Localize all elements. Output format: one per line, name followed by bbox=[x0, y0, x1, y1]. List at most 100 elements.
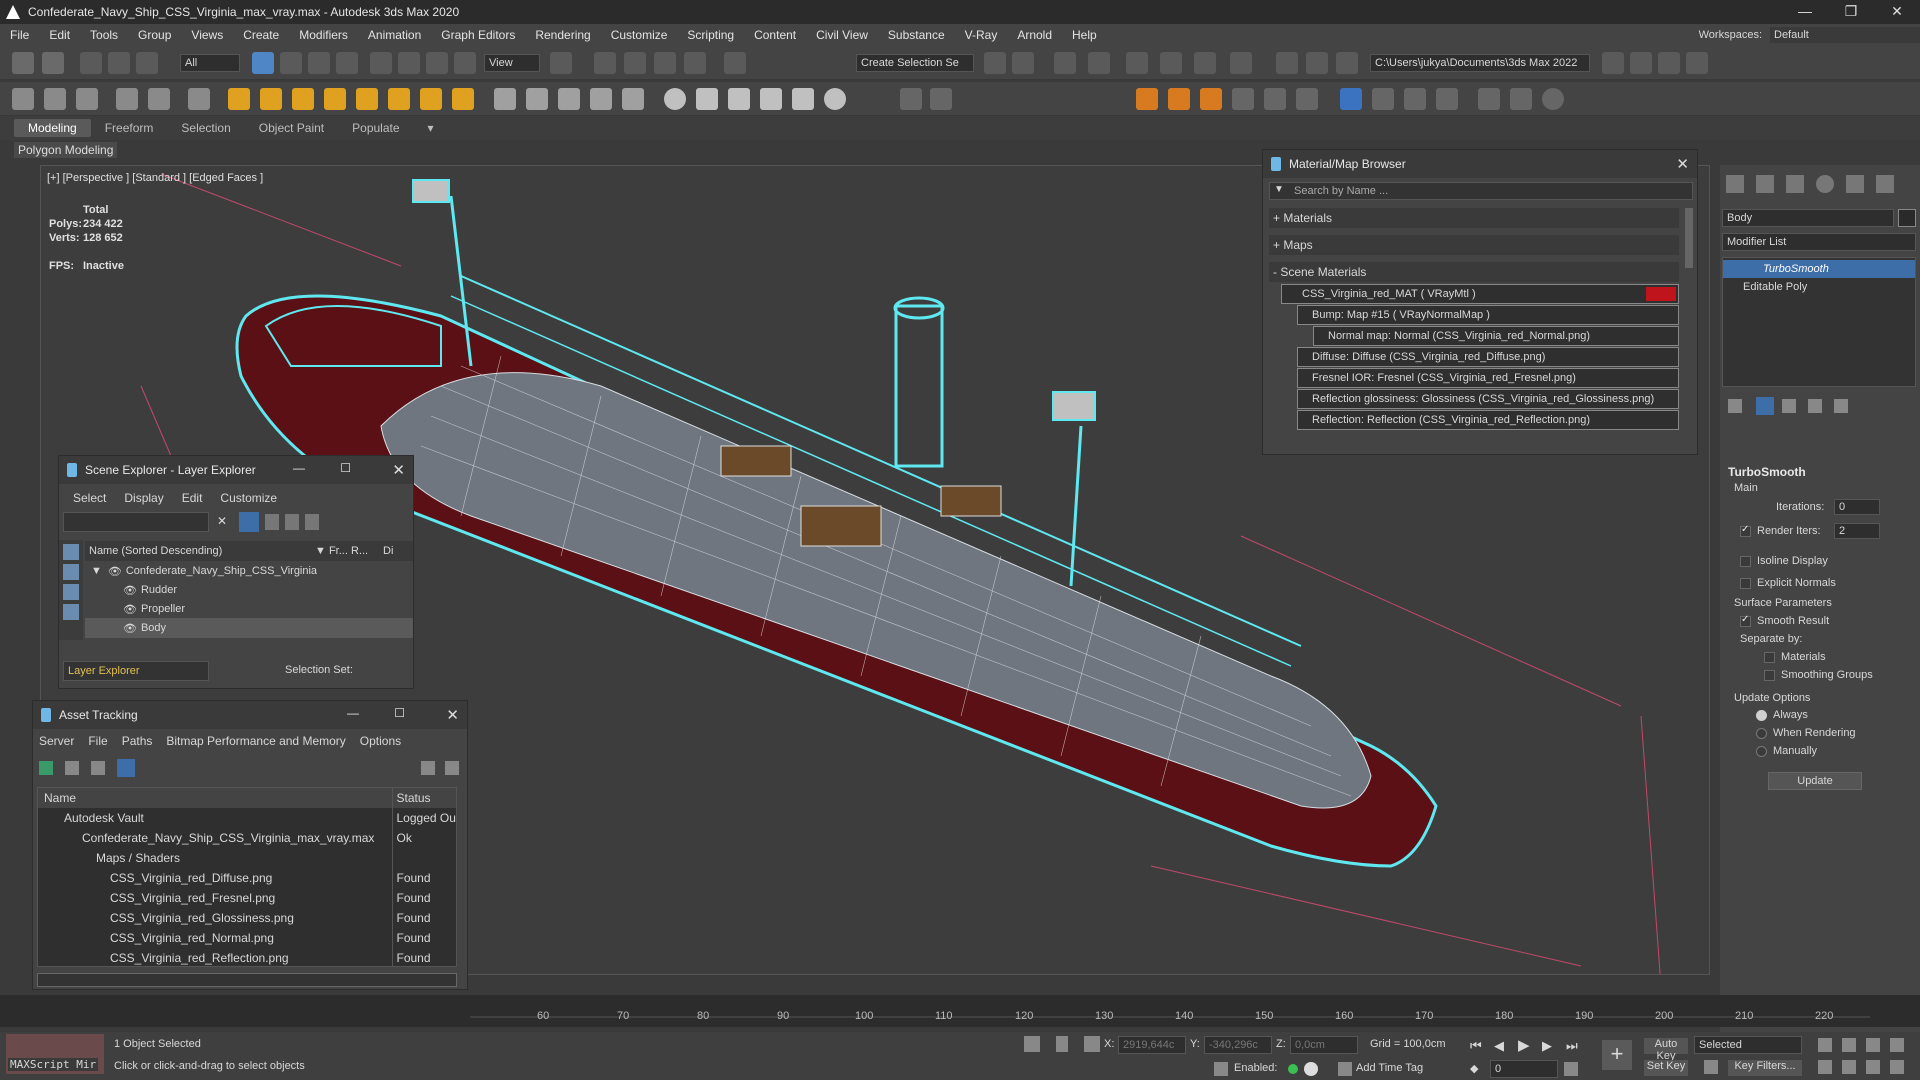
x-coordinate-field[interactable]: 2919,644c bbox=[1118, 1036, 1186, 1054]
close-icon[interactable]: ✕ bbox=[1676, 155, 1689, 173]
filter-icon[interactable] bbox=[239, 512, 259, 532]
material-sphere-icon[interactable] bbox=[664, 88, 686, 110]
fur-icon[interactable] bbox=[526, 88, 548, 110]
scene-materials-group[interactable]: - Scene Materials bbox=[1269, 262, 1679, 282]
pivot-center-icon[interactable] bbox=[550, 52, 572, 74]
render-iters-spinner[interactable]: 2 bbox=[1834, 523, 1880, 539]
material-editor-icon[interactable] bbox=[1194, 52, 1216, 74]
viewport-label[interactable]: [+] [Perspective ] [Standard ] [Edged Fa… bbox=[47, 172, 263, 184]
menu-tools[interactable]: Tools bbox=[80, 28, 128, 42]
options-icon[interactable] bbox=[445, 761, 459, 775]
panel-tool-icon[interactable] bbox=[1436, 88, 1458, 110]
placement-icon[interactable] bbox=[454, 52, 476, 74]
col-render-header[interactable]: R... bbox=[351, 545, 383, 557]
menu-server[interactable]: Server bbox=[39, 734, 74, 748]
proxy-icon[interactable] bbox=[494, 88, 516, 110]
render-setup-icon[interactable] bbox=[1230, 52, 1252, 74]
smooth-result-checkbox[interactable] bbox=[1740, 614, 1751, 627]
maxscript-listener[interactable]: MAXScript Mir bbox=[6, 1034, 104, 1074]
when-rendering-radio[interactable] bbox=[1756, 727, 1767, 739]
free-light-icon[interactable] bbox=[228, 88, 250, 110]
stack-item-turbosmooth[interactable]: TurboSmooth bbox=[1723, 260, 1915, 278]
layer-manager-icon[interactable] bbox=[1054, 52, 1076, 74]
menu-scripting[interactable]: Scripting bbox=[677, 28, 744, 42]
show-end-result-icon[interactable] bbox=[1756, 397, 1774, 415]
material-tree-item[interactable]: Normal map: Normal (CSS_Virginia_red_Nor… bbox=[1313, 326, 1679, 346]
menu-animation[interactable]: Animation bbox=[358, 28, 431, 42]
table-row[interactable]: Autodesk Vault Logged Ou bbox=[38, 808, 456, 828]
list-view-icon[interactable] bbox=[65, 761, 79, 775]
maps-group[interactable]: + Maps bbox=[1269, 235, 1679, 255]
z-coordinate-field[interactable]: 0,0cm bbox=[1290, 1036, 1358, 1054]
frame-buffer-icon[interactable] bbox=[792, 88, 814, 110]
menu-create[interactable]: Create bbox=[233, 28, 289, 42]
dome-light-icon[interactable] bbox=[260, 88, 282, 110]
tab-populate[interactable]: Populate bbox=[338, 119, 413, 137]
selection-filter-dropdown[interactable]: All bbox=[180, 54, 240, 72]
help-icon[interactable] bbox=[1542, 88, 1564, 110]
time-config-icon[interactable] bbox=[1564, 1062, 1578, 1076]
add-time-tag-label[interactable]: Add Time Tag bbox=[1356, 1062, 1423, 1074]
set-key-button[interactable]: Set Key bbox=[1644, 1060, 1688, 1076]
render-iterative-icon[interactable] bbox=[1336, 52, 1358, 74]
menu-file[interactable]: File bbox=[88, 734, 107, 748]
link-icon[interactable] bbox=[80, 52, 102, 74]
table-row[interactable]: Maps / Shaders bbox=[38, 848, 456, 868]
configure-sets-icon[interactable] bbox=[1834, 399, 1848, 413]
next-frame-icon[interactable]: ▶ bbox=[1542, 1038, 1552, 1054]
mirror-icon[interactable] bbox=[984, 52, 1006, 74]
key-selection-dropdown[interactable]: Selected bbox=[1694, 1036, 1802, 1054]
menu-select[interactable]: Select bbox=[73, 491, 106, 505]
menu-content[interactable]: Content bbox=[744, 28, 806, 42]
zoom-icon[interactable] bbox=[1818, 1038, 1832, 1052]
menu-paths[interactable]: Paths bbox=[122, 734, 153, 748]
tab-object-paint[interactable]: Object Paint bbox=[245, 119, 338, 137]
sphere-light-icon[interactable] bbox=[292, 88, 314, 110]
material-multi-icon[interactable] bbox=[696, 88, 718, 110]
tube-icon[interactable] bbox=[148, 88, 170, 110]
r-tool-icon[interactable] bbox=[1340, 88, 1362, 110]
menu-display[interactable]: Display bbox=[124, 491, 163, 505]
current-frame-field[interactable]: 0 bbox=[1490, 1060, 1558, 1078]
unlink-icon[interactable] bbox=[108, 52, 130, 74]
play-icon[interactable]: ▶ bbox=[1518, 1036, 1530, 1054]
ribbon-options-icon[interactable]: ▾ bbox=[414, 119, 448, 137]
col-frozen-header[interactable]: ▼ Fr... bbox=[315, 545, 351, 557]
close-icon[interactable]: ✕ bbox=[446, 706, 459, 724]
options-tool-icon[interactable] bbox=[1510, 88, 1532, 110]
make-unique-icon[interactable] bbox=[1782, 399, 1796, 413]
color-tool-icon[interactable] bbox=[1478, 88, 1500, 110]
table-tool-icon[interactable] bbox=[1296, 88, 1318, 110]
mesh-clipper-icon[interactable] bbox=[590, 88, 612, 110]
plane-icon[interactable] bbox=[558, 88, 580, 110]
menu-customize[interactable]: Customize bbox=[601, 28, 678, 42]
maximize-icon[interactable]: ☐ bbox=[394, 706, 405, 720]
info-icon[interactable] bbox=[1304, 1062, 1318, 1076]
tab-freeform[interactable]: Freeform bbox=[91, 119, 168, 137]
schematic-view-icon[interactable] bbox=[1160, 52, 1182, 74]
redo-icon[interactable] bbox=[42, 52, 64, 74]
hierarchy-tab-icon[interactable] bbox=[1786, 175, 1804, 193]
orbit-icon[interactable] bbox=[1866, 1060, 1880, 1074]
motion-tab-icon[interactable] bbox=[1816, 175, 1834, 193]
sun-icon[interactable] bbox=[420, 88, 442, 110]
col-status-header[interactable]: Status bbox=[392, 788, 456, 808]
window-crossing-icon[interactable] bbox=[336, 52, 358, 74]
stack-item-editable-poly[interactable]: Editable Poly bbox=[1723, 278, 1915, 296]
teapot-icon[interactable] bbox=[12, 88, 34, 110]
paint-deform-icon[interactable] bbox=[900, 88, 922, 110]
torus-icon[interactable] bbox=[44, 88, 66, 110]
material-browser-titlebar[interactable]: Material/Map Browser ✕ bbox=[1263, 150, 1697, 178]
object-name-field[interactable]: Body bbox=[1722, 209, 1894, 227]
set-project-icon[interactable] bbox=[1658, 52, 1680, 74]
isoline-checkbox[interactable] bbox=[1740, 555, 1751, 567]
project-folder-icon[interactable] bbox=[1602, 52, 1624, 74]
table-view-icon[interactable] bbox=[117, 759, 135, 777]
refresh-icon[interactable] bbox=[39, 761, 53, 775]
layer-explorer-dropdown[interactable]: Layer Explorer bbox=[63, 661, 209, 681]
display-helpers-icon[interactable] bbox=[63, 604, 79, 620]
box-icon[interactable] bbox=[76, 88, 98, 110]
table-row[interactable]: CSS_Virginia_red_Glossiness.png Found bbox=[38, 908, 456, 928]
pin-stack-icon[interactable] bbox=[1728, 399, 1742, 413]
eye-icon[interactable]: 👁 bbox=[123, 584, 137, 597]
